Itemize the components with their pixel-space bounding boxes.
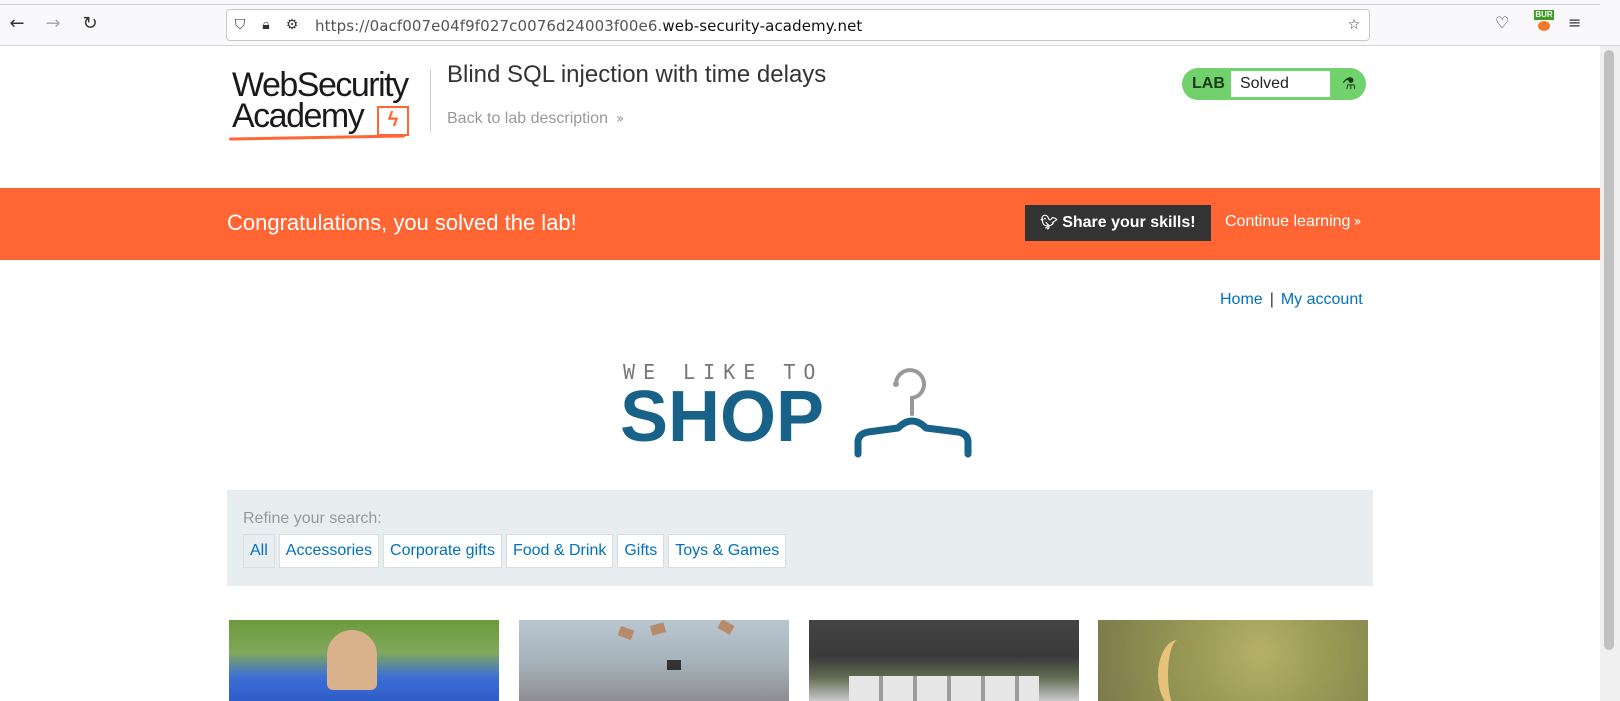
filter-corporate-gifts[interactable]: Corporate gifts [383, 534, 502, 568]
tab-strip-edge [0, 4, 1600, 5]
shop-name: SHOP [620, 377, 825, 457]
header-divider [430, 70, 431, 132]
url-prefix: https://0acf007e04f9f027c0076d24003f00e6… [315, 17, 663, 35]
lab-label: LAB [1192, 75, 1225, 92]
lab-header: WebSecurity Academy ϟ Blind SQL injectio… [0, 46, 1600, 188]
chevron-right-icon: ›› [615, 111, 624, 127]
flask-icon: ⚗ [1341, 74, 1357, 93]
reload-icon[interactable]: ↻ [79, 13, 101, 35]
filter-all[interactable]: All [243, 534, 275, 568]
back-icon[interactable]: ← [6, 13, 28, 35]
filter-food-drink[interactable]: Food & Drink [505, 534, 614, 568]
logo-line2: Academy [232, 97, 365, 135]
nav-separator: | [1269, 291, 1274, 308]
continue-learning-link[interactable]: Continue learning ›› [1225, 213, 1362, 231]
hanger-icon [854, 368, 972, 458]
filter-accessories[interactable]: Accessories [278, 534, 380, 568]
lab-title: Blind SQL injection with time delays [447, 61, 827, 88]
forward-icon[interactable]: → [42, 13, 64, 35]
back-to-description-link[interactable]: Back to lab description ›› [447, 110, 624, 128]
twitter-icon: 🐦︎ [1040, 215, 1059, 231]
product-photo-detail [717, 620, 735, 635]
burp-logo [1538, 21, 1550, 31]
share-button-label: Share your skills! [1062, 214, 1196, 231]
url-text[interactable]: https://0acf007e04f9f027c0076d24003f00e6… [315, 17, 862, 35]
lab-status-widget: LAB Solved ⚗ [1182, 68, 1366, 100]
product-photo-detail [849, 676, 1039, 701]
congratulations-message: Congratulations, you solved the lab! [227, 210, 577, 235]
category-filters: All Accessories Corporate gifts Food & D… [243, 534, 787, 568]
product-photo-detail [327, 630, 377, 690]
share-skills-button[interactable]: 🐦︎ Share your skills! [1025, 205, 1211, 241]
product-image[interactable] [1098, 620, 1368, 701]
scrollbar-thumb[interactable] [1604, 50, 1614, 650]
filter-toys-games[interactable]: Toys & Games [668, 534, 787, 568]
burp-extension-icon[interactable]: BUR [1534, 10, 1554, 32]
web-security-academy-logo[interactable]: WebSecurity Academy ϟ [228, 66, 429, 142]
lightning-icon: ϟ [377, 106, 409, 136]
solved-notification-banner: Congratulations, you solved the lab! 🐦︎ S… [0, 188, 1600, 260]
shop-logo: WE LIKE TO SHOP [620, 356, 980, 458]
my-account-link[interactable]: My account [1281, 291, 1363, 308]
product-grid [229, 620, 1374, 701]
address-bar[interactable]: ⛉ 🔒︎ ⚙ https://0acf007e04f9f027c0076d240… [226, 9, 1370, 41]
product-photo-detail [649, 622, 667, 636]
burp-badge: BUR [1534, 10, 1554, 20]
back-link-label: Back to lab description [447, 110, 608, 127]
browser-toolbar: ← → ↻ ⛉ 🔒︎ ⚙ https://0acf007e04f9f027c00… [0, 0, 1620, 46]
menu-icon[interactable]: ≡ [1568, 13, 1581, 35]
product-image[interactable] [229, 620, 499, 701]
refine-search-panel: Refine your search: All Accessories Corp… [227, 490, 1373, 586]
home-link[interactable]: Home [1220, 291, 1263, 308]
product-photo-detail [617, 625, 635, 641]
top-nav-links: Home | My account [1220, 291, 1363, 309]
refine-label: Refine your search: [243, 510, 382, 527]
page-scrollbar[interactable] [1600, 46, 1620, 701]
product-photo-detail [1158, 640, 1198, 701]
product-photo-detail [667, 660, 681, 670]
product-image[interactable] [519, 620, 789, 701]
chevron-right-icon: ›› [1353, 214, 1361, 230]
status-badge: Solved [1231, 71, 1330, 97]
lock-icon[interactable]: 🔒︎ [257, 16, 275, 34]
pocket-icon[interactable]: ♡ [1495, 13, 1509, 35]
filter-gifts[interactable]: Gifts [617, 534, 665, 568]
bookmark-star-icon[interactable]: ☆ [1345, 16, 1363, 34]
continue-link-label: Continue learning [1225, 213, 1351, 230]
shield-icon[interactable]: ⛉ [231, 16, 249, 34]
product-image[interactable] [809, 620, 1079, 701]
permissions-icon[interactable]: ⚙ [283, 16, 301, 34]
url-domain: web-security-academy.net [662, 17, 863, 35]
